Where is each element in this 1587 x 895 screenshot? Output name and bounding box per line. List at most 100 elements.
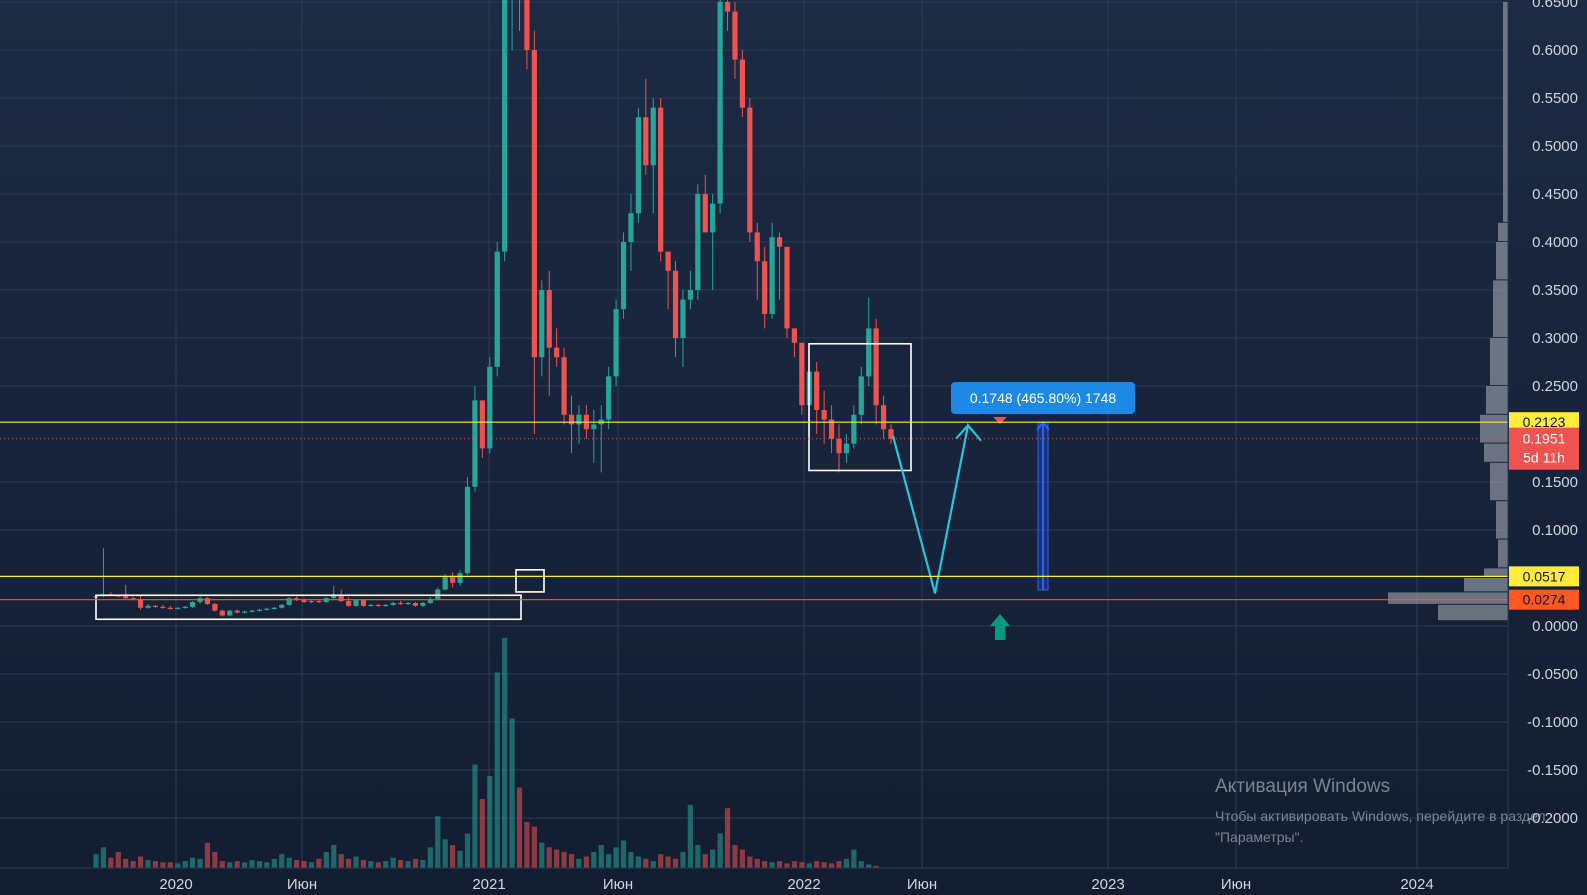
volume-bar [628,851,634,868]
volume-bar [316,858,322,868]
candle-body [264,608,270,610]
volume-bar [724,808,731,868]
candle-body [568,414,575,425]
volume-bar [732,845,738,868]
profile-bar [1490,462,1508,501]
time-label-6: 2023 [1091,876,1124,893]
candle-body [880,405,887,430]
candle-body [620,242,627,310]
volume-bar [806,863,812,868]
profile-bar [1438,604,1508,621]
volume-bar [472,764,478,868]
volume-bar [308,862,315,868]
candle-body [346,601,352,606]
volume-bar [227,862,233,868]
volume-bar [702,854,708,868]
candle-body [420,602,426,606]
candle-body [635,117,641,214]
volume-bar [123,858,129,868]
candle-body [866,328,872,377]
volume-bar [851,849,857,868]
price-tick-6: 0.3500 [1532,282,1578,299]
candle-body [241,611,248,613]
candle-body [531,50,537,358]
price-tick-13: -0.1000 [1527,714,1578,731]
volume-bar [554,849,560,868]
volume-bar [717,833,723,868]
volume-bar [219,861,225,868]
volume-bar [672,858,679,868]
time-label-8: 2024 [1400,876,1433,893]
candle-body [754,232,760,262]
volume-bar [390,857,396,868]
volume-bar [338,854,344,868]
volume-bar [658,854,664,868]
profile-bar [1496,501,1508,539]
candle-body [301,600,307,602]
candle-body [412,602,419,606]
candle-body [271,607,277,609]
volume-bar [747,856,753,868]
volume-bar [710,849,716,868]
price-tick-7: 0.3000 [1532,330,1578,347]
volume-bar [502,638,508,868]
volume-bar [212,851,218,868]
volume-bar [769,862,775,868]
candle-body [212,603,218,611]
chart-grid [0,0,1508,868]
candle-body [710,203,716,233]
profile-bar [1490,338,1508,385]
candle-body [123,596,129,599]
volume-bar [606,854,612,868]
volume-bar [264,862,270,868]
volume-bar [100,847,107,868]
volume-bar [457,850,463,868]
volume-bar [383,861,389,868]
candle-body [858,376,864,415]
volume-bar [360,859,367,868]
volume-bar [286,857,292,868]
candle-body [650,107,656,166]
candle-body [628,213,634,242]
price-chart[interactable]: 0.1748 (465.80%) 1748 0.6500 0.6000 0.5500… [0,0,1587,895]
volume-bar [539,842,545,868]
candle-body [702,194,708,233]
volume-bar [576,858,582,868]
candle-body [687,290,693,300]
windows-activation-line-1: Чтобы активировать Windows, перейдите в … [1215,808,1546,824]
volume-bar [754,858,760,868]
volume-bar [346,858,352,868]
profile-bar [1464,578,1508,592]
volume-bar [204,842,211,868]
candle-body [502,0,508,252]
volume-bar [241,862,248,868]
candle-body [472,400,478,487]
time-axis[interactable]: 2020 Июн 2021 Июн 2022 Июн 2023 Июн 2024 [159,876,1433,893]
candle-body [606,376,612,420]
volume-bar [687,804,693,868]
candle-body [554,347,560,358]
chart-drawings[interactable]: 0.1748 (465.80%) 1748 [95,342,1135,640]
candle-body [308,601,315,603]
volume-bar [271,858,277,868]
volume-bar [821,862,827,868]
price-tick-3: 0.5000 [1532,138,1578,155]
volume-bar [115,851,121,868]
volume-bar [412,858,419,868]
volume-bar [680,851,686,868]
time-label-2: 2021 [472,876,505,893]
volume-bar [420,859,426,868]
volume-bar [175,863,181,868]
candle-body [405,602,411,605]
volume-bar [524,822,530,868]
candle-body [464,486,471,574]
price-tick-4: 0.4500 [1532,186,1578,203]
candle-body [799,342,805,406]
volume-bar [189,857,196,868]
candle-body [494,251,500,367]
horizontal-levels[interactable] [0,421,1508,601]
candle-body [836,438,842,454]
volume-bar [301,861,307,868]
price-tick-10: 0.1000 [1532,522,1578,539]
volume-bar [836,861,842,868]
